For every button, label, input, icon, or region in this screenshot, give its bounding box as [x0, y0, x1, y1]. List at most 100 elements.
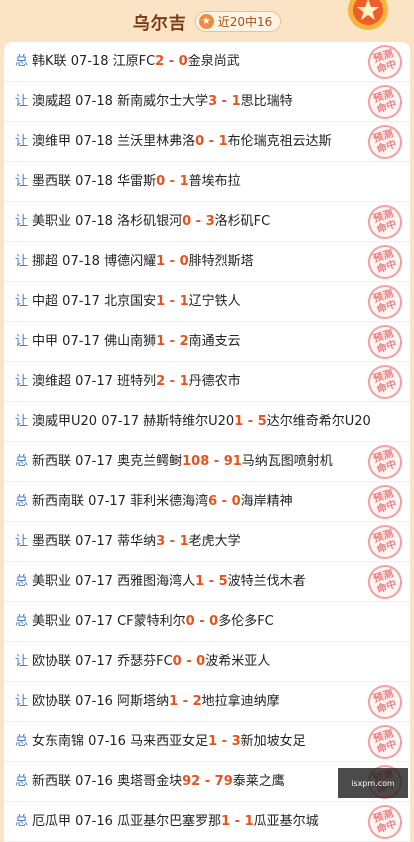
list-item[interactable]: 总韩K联 07-18 江原FC2 - 0金泉尚武预测命中	[4, 42, 410, 82]
home-score: 1	[156, 254, 165, 269]
score-separator: -	[230, 814, 244, 829]
home-score: 1	[208, 734, 217, 749]
hit-stamp: 预测命中	[364, 240, 407, 283]
away-team: 多伦多FC	[218, 614, 274, 629]
list-item[interactable]: 让欧协联 07-17 乔瑟芬FC0 - 0波希米亚人	[4, 642, 410, 682]
league-name: 中甲	[32, 334, 58, 349]
bet-type-tag: 让	[15, 534, 28, 549]
home-team: 乔瑟芬FC	[117, 654, 173, 669]
hit-stamp: 预测命中	[364, 480, 407, 523]
league-name: 中超	[32, 294, 58, 309]
league-name: 澳维超	[32, 374, 71, 389]
away-score: 1	[245, 814, 254, 829]
list-item[interactable]: 让墨西联 07-17 蒂华纳3 - 1老虎大学预测命中	[4, 522, 410, 562]
away-team: 海岸精神	[241, 494, 293, 509]
home-score: 92	[182, 774, 200, 789]
match-date: 07-17	[75, 574, 113, 589]
bet-type-tag: 让	[15, 94, 28, 109]
home-score: 1	[169, 694, 178, 709]
list-item[interactable]: 总厄瓜甲 07-16 瓜亚基尔巴塞罗那1 - 1瓜亚基尔城预测命中	[4, 802, 410, 842]
league-name: 墨西联	[32, 534, 71, 549]
hit-stamp: 预测命中	[364, 42, 407, 83]
league-name: 澳维甲	[32, 134, 71, 149]
bet-type-tag: 总	[15, 774, 28, 789]
league-name: 韩K联	[32, 54, 67, 69]
score-separator: -	[204, 574, 218, 589]
home-team: 阿斯塔纳	[117, 694, 169, 709]
hit-stamp-text: 预测命中	[372, 688, 398, 715]
list-item[interactable]: 总美职业 07-17 CF蒙特利尔0 - 0多伦多FC	[4, 602, 410, 642]
bet-type-tag: 总	[15, 494, 28, 509]
list-item[interactable]: 让中超 07-17 北京国安1 - 1辽宁铁人预测命中	[4, 282, 410, 322]
expert-name: 乌尔吉	[133, 9, 187, 34]
score-separator: -	[243, 414, 257, 429]
away-score: 0	[179, 54, 188, 69]
bet-type-tag: 让	[15, 134, 28, 149]
home-team: 洛杉矶银河	[117, 214, 182, 229]
away-team: 思比瑞特	[241, 94, 293, 109]
league-name: 墨西联	[32, 174, 71, 189]
score-separator: -	[204, 134, 218, 149]
score-separator: -	[191, 214, 205, 229]
hit-stamp: 预测命中	[364, 800, 407, 842]
match-date: 07-17	[75, 534, 113, 549]
home-team: 班特列	[117, 374, 156, 389]
score-separator: -	[165, 294, 179, 309]
home-score: 0	[186, 614, 195, 629]
hit-stamp-text: 预测命中	[372, 88, 398, 115]
score-separator: -	[165, 374, 179, 389]
home-team: 江原FC	[113, 54, 156, 69]
list-item[interactable]: 让澳维超 07-17 班特列2 - 1丹德农市预测命中	[4, 362, 410, 402]
away-team: 瓜亚基尔城	[254, 814, 319, 829]
list-item[interactable]: 让墨西联 07-18 华雷斯0 - 1普埃布拉	[4, 162, 410, 202]
away-score: 79	[215, 774, 233, 789]
watermark-url: isxpm.com	[351, 778, 395, 789]
list-item[interactable]: 让欧协联 07-16 阿斯塔纳1 - 2地拉拿迪纳摩预测命中	[4, 682, 410, 722]
bet-type-tag: 让	[15, 694, 28, 709]
score-separator: -	[217, 494, 231, 509]
score-separator: -	[182, 654, 196, 669]
hit-stamp: 预测命中	[364, 360, 407, 403]
list-item[interactable]: 总美职业 07-17 西雅图海湾人1 - 5波特兰伐木者预测命中	[4, 562, 410, 602]
list-item[interactable]: 让澳维甲 07-18 兰沃里林弗洛0 - 1布伦瑞克祖云达斯预测命中	[4, 122, 410, 162]
home-score: 0	[156, 174, 165, 189]
away-score: 0	[209, 614, 218, 629]
list-item[interactable]: 让中甲 07-17 佛山南狮1 - 2南通支云预测命中	[4, 322, 410, 362]
away-score: 1	[232, 94, 241, 109]
league-name: 美职业	[32, 214, 71, 229]
score-separator: -	[217, 94, 231, 109]
list-item[interactable]: 总新西南联 07-17 菲利米德海湾6 - 0海岸精神预测命中	[4, 482, 410, 522]
home-team: 瓜亚基尔巴塞罗那	[117, 814, 221, 829]
bet-type-tag: 让	[15, 174, 28, 189]
home-score: 3	[208, 94, 217, 109]
away-score: 0	[232, 494, 241, 509]
list-item[interactable]: 让澳威超 07-18 新南威尔士大学3 - 1思比瑞特预测命中	[4, 82, 410, 122]
match-date: 07-18	[75, 174, 113, 189]
away-score: 5	[219, 574, 228, 589]
score-separator: -	[217, 734, 231, 749]
away-team: 马纳瓦图喷射机	[242, 454, 333, 469]
hit-stamp-text: 预测命中	[372, 728, 398, 755]
hit-stamp: 预测命中	[364, 680, 407, 723]
hit-stamp-text: 预测命中	[372, 328, 398, 355]
away-team: 金泉尚武	[188, 54, 240, 69]
list-item[interactable]: 总女东南锦 07-16 马来西亚女足1 - 3新加坡女足预测命中	[4, 722, 410, 762]
home-score: 1	[195, 574, 204, 589]
list-item[interactable]: 总新西联 07-17 奥克兰鳄鲥108 - 91马纳瓦图喷射机预测命中	[4, 442, 410, 482]
list-item[interactable]: 让澳威甲U20 07-17 赫斯特维尔U201 - 5达尔维奇希尔U20	[4, 402, 410, 442]
record-badge: ★ 近20中16	[195, 11, 282, 32]
home-score: 108	[182, 454, 209, 469]
league-name: 新西联	[32, 454, 71, 469]
match-date: 07-17	[62, 334, 100, 349]
list-item[interactable]: 让美职业 07-18 洛杉矶银河0 - 3洛杉矶FC预测命中	[4, 202, 410, 242]
bet-type-tag: 让	[15, 214, 28, 229]
hit-stamp: 预测命中	[364, 560, 407, 603]
bet-type-tag: 总	[15, 574, 28, 589]
away-score: 5	[258, 414, 267, 429]
away-team: 老虎大学	[189, 534, 241, 549]
bet-type-tag: 总	[15, 734, 28, 749]
star-icon: ★	[199, 14, 214, 29]
record-text: 近20中16	[218, 13, 273, 30]
list-item[interactable]: 让挪超 07-18 博德闪耀1 - 0腓特烈斯塔预测命中	[4, 242, 410, 282]
away-score: 1	[180, 374, 189, 389]
